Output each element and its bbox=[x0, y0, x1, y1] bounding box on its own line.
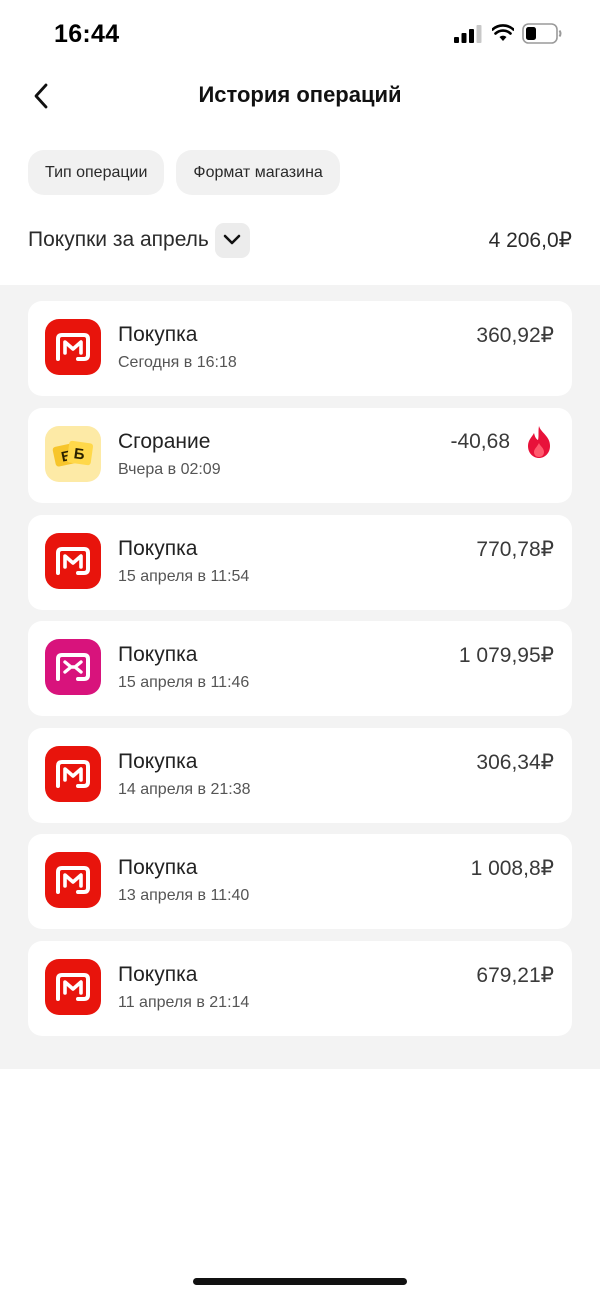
operation-title: Покупка bbox=[118, 963, 198, 986]
operation-title: Сгорание bbox=[118, 430, 211, 453]
magnit-logo-icon bbox=[45, 959, 101, 1015]
filter-bar: Тип операции Формат магазина bbox=[28, 150, 340, 195]
operation-date: Вчера в 02:09 bbox=[118, 461, 221, 478]
page-title: История операций bbox=[198, 82, 402, 107]
magnit-logo-icon bbox=[45, 533, 101, 589]
operation-card[interactable]: Покупка 13 апреля в 11:40 1 008,8₽ bbox=[28, 834, 572, 929]
status-time: 16:44 bbox=[54, 20, 120, 48]
operation-card[interactable]: Покупка 15 апреля в 11:54 770,78₽ bbox=[28, 515, 572, 610]
magnit-logo-icon bbox=[45, 852, 101, 908]
period-total: 4 206,0₽ bbox=[488, 228, 572, 252]
operation-amount: 1 008,8₽ bbox=[470, 857, 554, 880]
operation-amount: 679,21₽ bbox=[476, 964, 554, 987]
cellular-signal-icon bbox=[454, 25, 482, 43]
magnit-cosmetic-logo-icon bbox=[45, 639, 101, 695]
operation-date: 11 апреля в 21:14 bbox=[118, 994, 250, 1011]
period-dropdown-button[interactable] bbox=[214, 222, 250, 258]
operation-title: Покупка bbox=[118, 643, 198, 666]
operation-amount: 360,92₽ bbox=[476, 324, 554, 347]
magnit-logo-icon bbox=[45, 319, 101, 375]
period-summary: Покупки за апрель 4 206,0₽ bbox=[28, 220, 572, 260]
operation-amount: 770,78₽ bbox=[476, 538, 554, 561]
chevron-down-icon bbox=[224, 234, 241, 245]
operation-date: 14 апреля в 21:38 bbox=[118, 781, 251, 798]
operation-card[interactable]: Б Б Сгорание Вчера в 02:09 -40,68 bbox=[28, 408, 572, 503]
operation-card[interactable]: Покупка 14 апреля в 21:38 306,34₽ bbox=[28, 728, 572, 823]
operation-amount: 1 079,95₽ bbox=[458, 644, 554, 667]
operation-card[interactable]: Покупка 11 апреля в 21:14 679,21₽ bbox=[28, 941, 572, 1036]
filter-store-format[interactable]: Формат магазина bbox=[176, 150, 340, 195]
operation-title: Покупка bbox=[118, 856, 198, 879]
operation-date: 15 апреля в 11:54 bbox=[118, 568, 250, 585]
header: История операций bbox=[0, 66, 600, 128]
home-indicator[interactable] bbox=[193, 1278, 407, 1285]
battery-icon bbox=[522, 23, 562, 44]
operation-title: Покупка bbox=[118, 750, 198, 773]
operation-title: Покупка bbox=[118, 537, 198, 560]
period-label: Покупки за апрель bbox=[28, 228, 209, 251]
operation-date: 15 апреля в 11:46 bbox=[118, 674, 250, 691]
operation-card[interactable]: Покупка Сегодня в 16:18 360,92₽ bbox=[28, 301, 572, 396]
bonus-points-icon: Б Б bbox=[45, 426, 101, 482]
operation-date: 13 апреля в 11:40 bbox=[118, 887, 250, 904]
operation-card[interactable]: Покупка 15 апреля в 11:46 1 079,95₽ bbox=[28, 621, 572, 716]
magnit-logo-icon bbox=[45, 746, 101, 802]
wifi-icon bbox=[492, 24, 514, 41]
operation-amount: -40,68 bbox=[450, 430, 510, 453]
flame-icon bbox=[528, 426, 550, 458]
status-bar: 16:44 bbox=[0, 0, 600, 66]
filter-operation-type[interactable]: Тип операции bbox=[28, 150, 165, 195]
operation-title: Покупка bbox=[118, 323, 198, 346]
operations-list: Покупка Сегодня в 16:18 360,92₽ Б Б Сгор… bbox=[0, 285, 600, 1069]
operation-amount: 306,34₽ bbox=[476, 751, 554, 774]
operation-date: Сегодня в 16:18 bbox=[118, 354, 237, 371]
